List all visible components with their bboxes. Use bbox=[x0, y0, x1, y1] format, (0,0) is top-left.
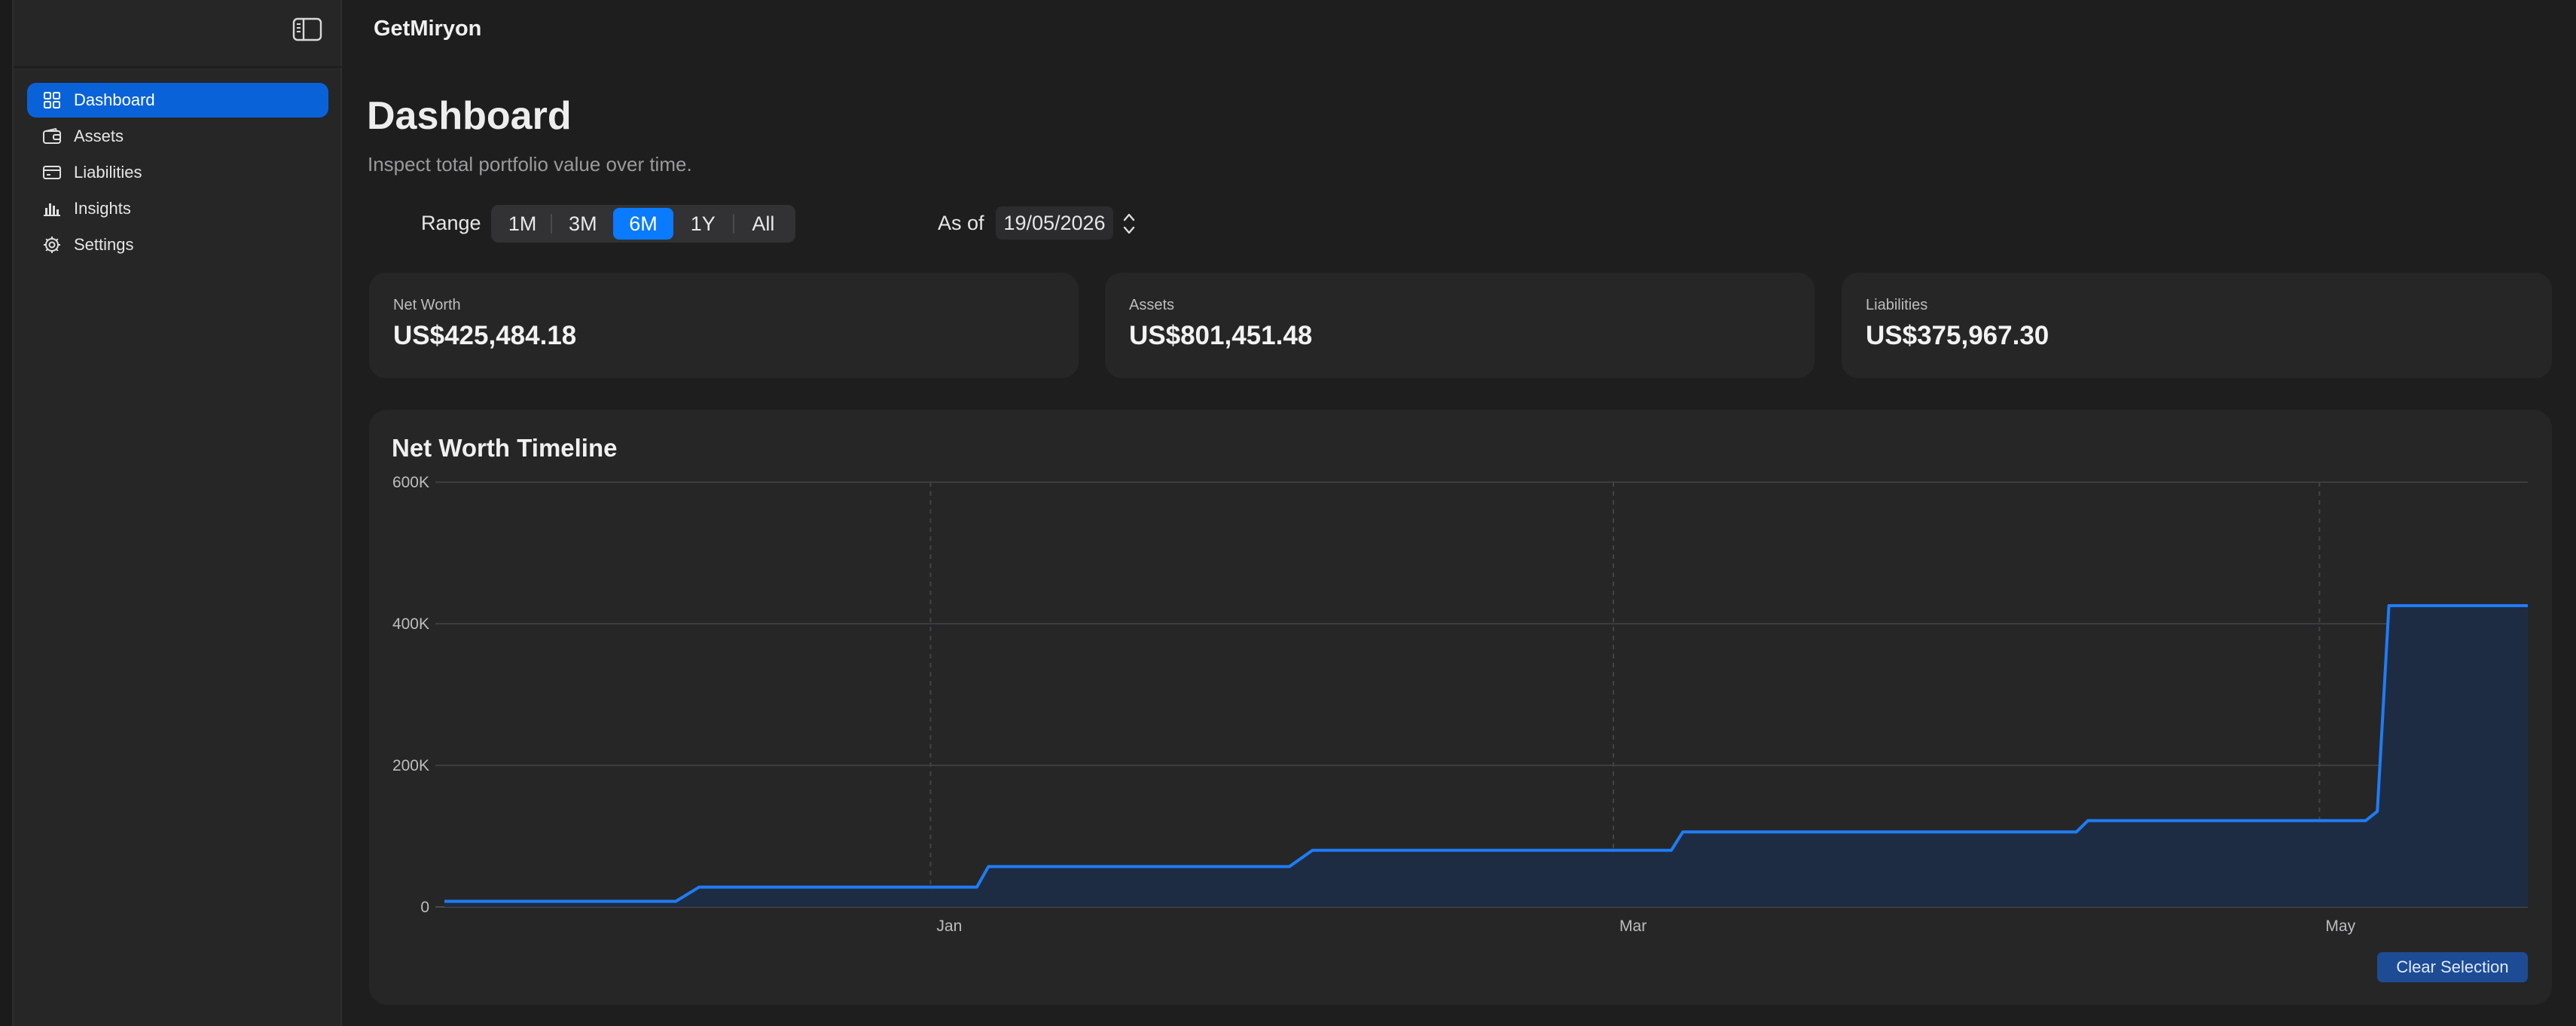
sidebar: Dashboard Assets Liabilities Insights Se… bbox=[0, 0, 342, 1026]
sidebar-item-liabilities[interactable]: Liabilities bbox=[27, 155, 328, 190]
sidebar-item-label: Liabilities bbox=[74, 163, 142, 182]
clear-selection-button[interactable]: Clear Selection bbox=[2377, 952, 2528, 982]
stat-value: US$425,484.18 bbox=[393, 321, 577, 350]
app-title: GetMiryon bbox=[374, 17, 482, 41]
range-segmented-control: 1M 3M 6M 1Y All bbox=[491, 205, 795, 243]
app-window: Dashboard Assets Liabilities Insights Se… bbox=[0, 0, 2576, 1026]
credit-card-icon bbox=[42, 163, 62, 182]
y-tick-label: 200K bbox=[392, 757, 429, 774]
y-tick-label: 600K bbox=[392, 474, 429, 491]
sidebar-divider bbox=[14, 66, 342, 68]
sidebar-item-label: Dashboard bbox=[74, 90, 155, 109]
liabilities-card: Liabilities US$375,967.30 bbox=[1842, 273, 2552, 378]
net-worth-chart[interactable]: 0 200K 400K 600K Jan Mar May bbox=[369, 410, 2552, 1005]
page-title: Dashboard bbox=[367, 94, 572, 138]
asof-label: As of bbox=[938, 212, 984, 234]
range-label: Range bbox=[421, 212, 481, 234]
sidebar-item-label: Settings bbox=[74, 235, 134, 254]
y-tick-label: 400K bbox=[392, 615, 429, 633]
net-worth-card: Net Worth US$425,484.18 bbox=[369, 273, 1079, 378]
net-worth-timeline-card: Net Worth Timeline 0 200K 400K 600K Jan Mar Ma… bbox=[369, 410, 2552, 1005]
stat-value: US$375,967.30 bbox=[1866, 321, 2050, 350]
date-stepper-icon[interactable] bbox=[1118, 208, 1140, 240]
range-option-6m[interactable]: 6M bbox=[613, 208, 673, 240]
area-fill bbox=[444, 606, 2528, 907]
sidebar-nav: Dashboard Assets Liabilities Insights Se… bbox=[27, 83, 328, 264]
sidebar-toggle-icon[interactable] bbox=[292, 17, 322, 42]
wallet-icon bbox=[42, 127, 62, 146]
y-tick-label: 0 bbox=[420, 899, 429, 916]
sidebar-item-assets[interactable]: Assets bbox=[27, 119, 328, 154]
range-option-3m[interactable]: 3M bbox=[552, 208, 613, 240]
page-subtitle: Inspect total portfolio value over time. bbox=[368, 153, 692, 176]
range-option-1y[interactable]: 1Y bbox=[673, 208, 733, 240]
asof-date-field[interactable]: 19/05/2026 bbox=[996, 206, 1113, 240]
stat-label: Net Worth bbox=[393, 297, 461, 313]
grid-icon bbox=[42, 90, 62, 110]
x-tick-label: Jan bbox=[936, 918, 962, 935]
assets-card: Assets US$801,451.48 bbox=[1105, 273, 1814, 378]
sidebar-item-insights[interactable]: Insights bbox=[27, 191, 328, 226]
sidebar-item-label: Assets bbox=[74, 127, 124, 145]
sidebar-item-settings[interactable]: Settings bbox=[27, 227, 328, 262]
x-tick-label: May bbox=[2325, 918, 2355, 935]
bar-chart-icon bbox=[42, 199, 62, 218]
stat-label: Liabilities bbox=[1866, 297, 1928, 313]
range-option-all[interactable]: All bbox=[734, 208, 792, 240]
x-tick-label: Mar bbox=[1619, 918, 1647, 935]
gear-icon bbox=[42, 235, 62, 255]
window-edge bbox=[0, 0, 14, 1026]
stat-value: US$801,451.48 bbox=[1129, 321, 1313, 350]
sidebar-item-label: Insights bbox=[74, 199, 131, 218]
sidebar-item-dashboard[interactable]: Dashboard bbox=[27, 83, 328, 118]
stat-label: Assets bbox=[1129, 297, 1175, 313]
range-option-1m[interactable]: 1M bbox=[494, 208, 551, 240]
